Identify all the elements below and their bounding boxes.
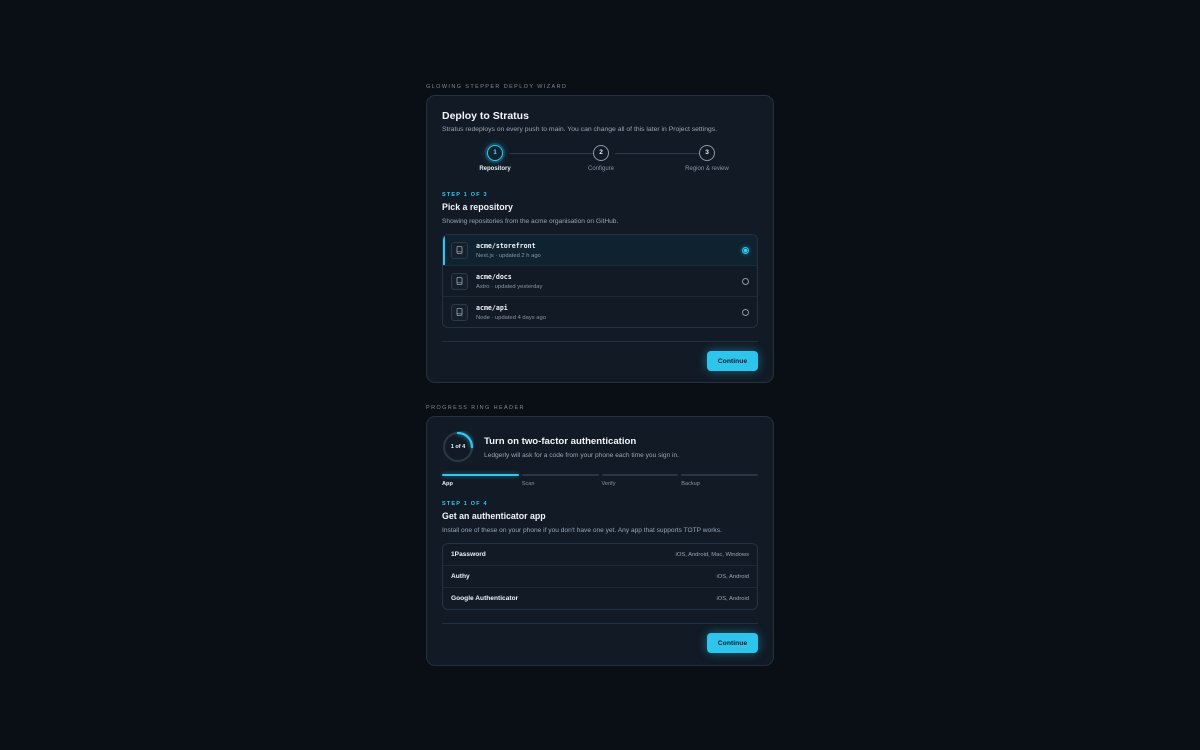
card-title: Turn on two-factor authentication — [484, 435, 637, 447]
section-label: Progress Ring Header — [426, 405, 525, 411]
radio-button[interactable] — [742, 277, 749, 285]
repository-meta: Node · updated 4 days ago — [476, 314, 546, 321]
repository-list: acme/storefront Next.js · updated 2 h ag… — [442, 234, 758, 328]
section-description: Showing repositories from the acme organ… — [442, 218, 619, 225]
step-eyebrow: Step 1 of 3 — [442, 192, 488, 198]
repository-option-api[interactable]: acme/api Node · updated 4 days ago — [443, 296, 757, 327]
repo-icon — [451, 241, 468, 259]
repository-name: acme/api — [476, 303, 508, 312]
segment-bar — [681, 474, 758, 476]
step-number: 1 — [487, 145, 503, 161]
divider — [442, 623, 758, 624]
segment-bar — [442, 474, 519, 476]
segment-label: Backup — [681, 481, 700, 487]
step-label: Region & review — [685, 166, 729, 172]
deploy-card: Deploy to Stratus Stratus redeploys on e… — [426, 95, 774, 383]
app-platforms: iOS, Android — [716, 573, 749, 580]
repository-option-docs[interactable]: acme/docs Astro · updated yesterday — [443, 265, 757, 296]
progress-ring: 1 of 4 — [442, 431, 474, 463]
segment-bar — [601, 474, 679, 476]
progress-segment-app: App — [442, 474, 519, 487]
card-footer: Continue — [442, 633, 758, 653]
step-label: Configure — [587, 166, 614, 172]
app-name: Authy — [451, 573, 470, 580]
repository-meta: Astro · updated yesterday — [476, 283, 543, 290]
segment-label: Verify — [601, 481, 616, 487]
app-platforms: iOS, Android, Mac, Windows — [675, 551, 749, 558]
app-name: Google Authenticator — [451, 595, 519, 602]
section-heading: Get an authenticator app — [442, 511, 546, 521]
deploy-wizard-section: Glowing Stepper Deploy Wizard Deploy to … — [426, 81, 774, 383]
app-row-google-authenticator: Google Authenticator iOS, Android — [443, 587, 757, 609]
card-title: Deploy to Stratus — [442, 110, 529, 122]
repository-name: acme/docs — [476, 272, 512, 281]
progress-ring-header: 1 of 4 Turn on two-factor authentication… — [442, 431, 758, 463]
app-name: 1Password — [451, 551, 486, 558]
repo-icon — [451, 303, 468, 321]
progress-ring-text: 1 of 4 — [450, 444, 466, 450]
progress-segment-scan: Scan — [521, 474, 599, 487]
card-subtitle: Stratus redeploys on every push to main.… — [442, 126, 718, 133]
section-description: Install one of these on your phone if yo… — [442, 527, 722, 534]
continue-button[interactable]: Continue — [707, 633, 758, 653]
step-eyebrow: Step 1 of 4 — [442, 501, 488, 507]
card-subtitle: Ledgerly will ask for a code from your p… — [484, 451, 679, 459]
continue-button[interactable]: Continue — [707, 351, 758, 371]
app-platforms: iOS, Android — [716, 595, 749, 602]
segment-bar — [521, 474, 599, 476]
divider — [442, 341, 758, 342]
step-label: Repository — [479, 166, 511, 172]
step-number: 3 — [699, 145, 715, 161]
authenticator-app-list: 1Password iOS, Android, Mac, Windows Aut… — [442, 543, 758, 610]
repository-name: acme/storefront — [476, 241, 536, 250]
two-factor-card: 1 of 4 Turn on two-factor authentication… — [426, 416, 774, 666]
step-region-review[interactable]: 3 Region & review — [667, 145, 747, 172]
segment-label: App — [442, 481, 453, 487]
repo-icon — [451, 272, 468, 290]
step-repository[interactable]: 1 Repository — [455, 145, 535, 172]
radio-button[interactable] — [742, 308, 749, 316]
app-row-authy: Authy iOS, Android — [443, 565, 757, 587]
stepper: 1 Repository 2 Configure 3 Region & revi… — [442, 145, 758, 179]
progress-segment-backup: Backup — [681, 474, 758, 487]
repository-meta: Next.js · updated 2 h ago — [476, 252, 541, 259]
section-label: Glowing Stepper Deploy Wizard — [426, 84, 568, 90]
repository-option-storefront[interactable]: acme/storefront Next.js · updated 2 h ag… — [443, 235, 757, 265]
step-configure[interactable]: 2 Configure — [561, 145, 641, 172]
segment-label: Scan — [521, 481, 535, 487]
two-factor-section: Progress Ring Header 1 of 4 Turn on two-… — [426, 402, 774, 666]
card-footer: Continue — [442, 351, 758, 371]
progress-segment-verify: Verify — [601, 474, 679, 487]
section-heading: Pick a repository — [442, 202, 513, 212]
segmented-progress: App Scan Verify Backup — [442, 474, 758, 487]
step-number: 2 — [593, 145, 609, 161]
radio-button[interactable] — [742, 246, 749, 254]
app-row-1password: 1Password iOS, Android, Mac, Windows — [443, 544, 757, 565]
